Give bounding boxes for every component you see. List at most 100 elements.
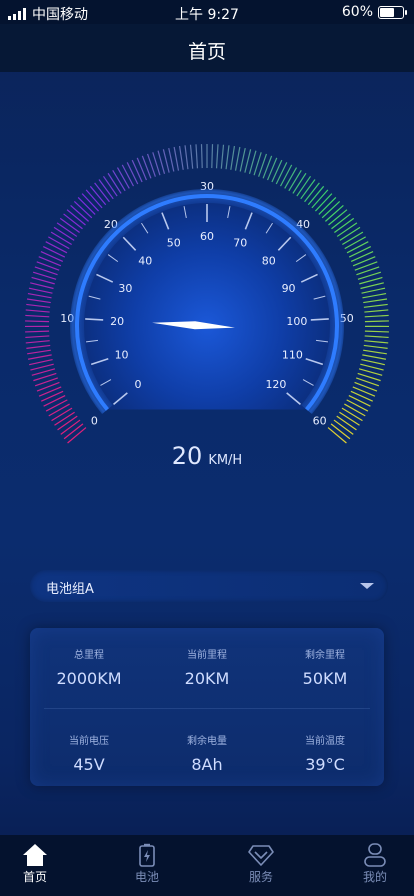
- caret-down-icon: [360, 583, 374, 589]
- outer-tick: [41, 390, 64, 402]
- outer-tick: [344, 236, 366, 250]
- outer-tick: [361, 287, 386, 294]
- outer-tick: [59, 217, 80, 234]
- divider: [44, 708, 370, 709]
- outer-tick: [178, 145, 184, 170]
- outer-tick: [89, 185, 107, 206]
- battery-pack-label: 电池组A: [46, 582, 94, 597]
- outer-tick: [336, 415, 357, 431]
- battery-pack-selector[interactable]: 电池组A: [30, 570, 388, 602]
- outer-tick: [48, 236, 70, 250]
- inner-scale-label: 50: [167, 236, 181, 249]
- outer-tick: [85, 189, 103, 209]
- outer-tick: [230, 145, 236, 170]
- outer-tick: [60, 419, 81, 435]
- stat-total-mileage: 总里程 2000KM: [30, 646, 148, 688]
- speed-readout: 20 KM/H: [0, 442, 414, 470]
- outer-tick: [29, 358, 53, 366]
- outer-scale-label: 0: [91, 414, 98, 427]
- outer-tick: [70, 205, 90, 222]
- outer-tick: [94, 182, 110, 203]
- outer-tick: [327, 427, 347, 444]
- outer-tick: [348, 246, 372, 258]
- inner-tick: [85, 318, 104, 321]
- outer-tick: [25, 314, 50, 318]
- outer-tick: [63, 213, 83, 230]
- outer-tick: [54, 411, 75, 426]
- stat-current-temperature: 当前温度 39°C: [266, 732, 384, 774]
- outer-tick: [363, 298, 388, 304]
- outer-tick: [266, 157, 278, 181]
- outer-tick: [168, 147, 175, 172]
- outer-tick: [363, 344, 388, 349]
- stat-label: 当前温度: [305, 736, 345, 747]
- outer-tick: [363, 303, 388, 308]
- outer-tick: [131, 159, 143, 183]
- outer-tick: [107, 172, 122, 194]
- outer-tick: [56, 222, 78, 237]
- outer-tick: [121, 164, 135, 187]
- diamond-icon: [248, 845, 274, 866]
- outer-tick: [26, 344, 51, 349]
- outer-tick: [350, 390, 373, 402]
- outer-tick: [38, 386, 62, 397]
- outer-tick: [239, 147, 246, 172]
- outer-tick: [66, 209, 86, 226]
- outer-tick: [43, 395, 66, 407]
- outer-tick: [271, 159, 283, 183]
- tab-home[interactable]: 首页: [0, 835, 75, 885]
- battery-icon: [139, 843, 155, 867]
- outer-tick: [344, 403, 366, 417]
- outer-tick: [31, 276, 55, 285]
- outer-tick: [102, 175, 118, 197]
- outer-tick: [215, 144, 219, 169]
- outer-tick: [364, 309, 389, 313]
- stats-card: 总里程 2000KM 当前里程 20KM 剩余里程 50KM 当前电压 45V …: [30, 628, 384, 786]
- outer-tick: [330, 423, 351, 440]
- outer-tick: [40, 251, 64, 262]
- outer-tick: [333, 419, 354, 435]
- outer-tick: [361, 358, 385, 366]
- outer-tick: [307, 185, 325, 206]
- outer-tick: [279, 164, 293, 187]
- outer-tick: [352, 386, 376, 397]
- status-right: 60%: [342, 4, 407, 20]
- stat-current-mileage: 当前里程 20KM: [148, 646, 266, 688]
- outer-tick: [53, 226, 75, 241]
- tab-service[interactable]: 服务: [221, 835, 301, 885]
- outer-tick: [331, 213, 351, 230]
- outer-tick: [336, 222, 358, 237]
- stat-label: 剩余里程: [305, 650, 345, 661]
- outer-tick: [339, 226, 361, 241]
- outer-tick: [189, 144, 194, 169]
- inner-scale-label: 110: [282, 348, 303, 361]
- outer-tick: [50, 231, 72, 245]
- outer-tick: [45, 241, 68, 254]
- battery-status-icon: [378, 5, 407, 19]
- outer-tick: [51, 407, 73, 422]
- tab-label: 电池: [134, 870, 159, 884]
- outer-tick: [220, 144, 225, 169]
- speed-unit: KM/H: [208, 453, 243, 468]
- speedometer-gauge: 0102030405060 01020304050 60 7080901001101…: [24, 144, 390, 444]
- outer-tick: [27, 292, 52, 299]
- inner-scale-label: 40: [138, 255, 152, 268]
- outer-tick: [288, 170, 302, 192]
- outer-tick: [48, 403, 70, 417]
- outer-scale-label: 60: [313, 414, 327, 427]
- bottom-tab-bar: 首页 电池 服务 我的: [0, 835, 414, 896]
- inner-scale-label: 10: [115, 348, 129, 361]
- outer-tick: [30, 363, 54, 371]
- outer-tick: [234, 146, 241, 171]
- inner-scale-label: 70: [233, 236, 247, 249]
- outer-tick: [364, 340, 389, 344]
- tab-battery[interactable]: 电池: [107, 835, 187, 885]
- outer-tick: [67, 427, 87, 444]
- stat-current-voltage: 当前电压 45V: [30, 732, 148, 774]
- outer-tick: [360, 363, 384, 371]
- stat-label: 剩余电量: [187, 736, 227, 747]
- tab-profile[interactable]: 我的: [335, 835, 414, 885]
- outer-tick: [27, 354, 52, 360]
- outer-tick: [25, 340, 50, 344]
- outer-tick: [359, 276, 383, 285]
